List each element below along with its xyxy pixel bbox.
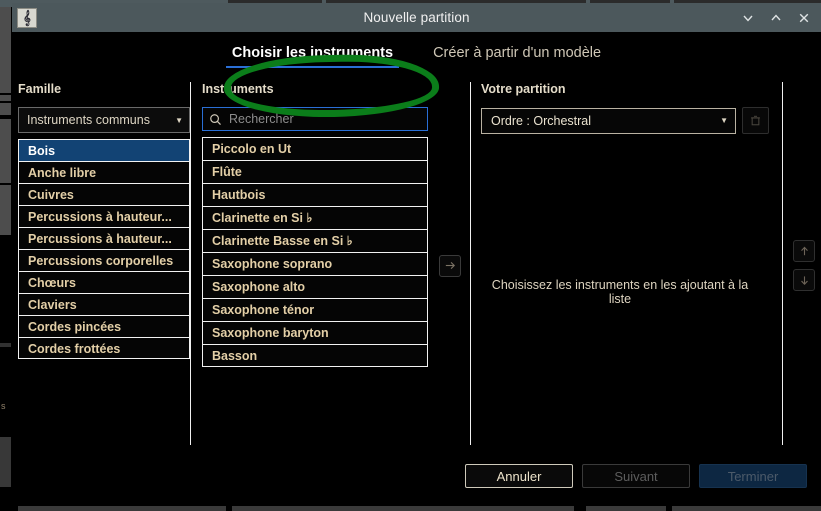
family-item-claviers[interactable]: Claviers (18, 293, 190, 315)
close-button[interactable] (791, 5, 817, 31)
family-item-choeurs[interactable]: Chœurs (18, 271, 190, 293)
instruments-heading: Instruments (202, 82, 274, 96)
panel-divider-2 (470, 82, 471, 445)
score-toolbar: Ordre : Orchestral ▼ (481, 107, 783, 134)
score-panel: Votre partition Ordre : Orchestral ▼ Cho… (481, 78, 783, 453)
order-select[interactable]: Ordre : Orchestral ▼ (481, 107, 736, 134)
search-icon (210, 113, 221, 125)
reorder-panel (787, 78, 821, 453)
instrument-item-clarinette-basse-sib[interactable]: Clarinette Basse en Si ♭ (202, 229, 428, 252)
family-list[interactable]: Bois Anche libre Cuivres Percussions à h… (18, 139, 190, 359)
dialog-footer: Annuler Suivant Terminer (12, 453, 821, 499)
instrument-item-clarinette-sib[interactable]: Clarinette en Si ♭ (202, 206, 428, 229)
musescore-icon: 𝄞 (17, 7, 37, 28)
chevron-down-icon: ▼ (720, 116, 728, 125)
arrow-right-icon (445, 261, 455, 270)
score-heading: Votre partition (481, 82, 566, 96)
arrow-up-icon (800, 246, 808, 255)
maximize-button[interactable] (763, 5, 789, 31)
family-item-anche-libre[interactable]: Anche libre (18, 161, 190, 183)
family-select-value: Instruments communs (27, 113, 150, 127)
instrument-item-hautbois[interactable]: Hautbois (202, 183, 428, 206)
family-item-percussions-hauteur-2[interactable]: Percussions à hauteur... (18, 227, 190, 249)
next-button[interactable]: Suivant (582, 464, 690, 488)
family-item-percussions-corporelles[interactable]: Percussions corporelles (18, 249, 190, 271)
window-controls (735, 5, 817, 31)
cancel-button[interactable]: Annuler (465, 464, 573, 488)
delete-button[interactable] (742, 107, 769, 134)
move-down-button[interactable] (793, 269, 815, 291)
chevron-down-icon: ▼ (175, 115, 183, 125)
add-instrument-button[interactable] (439, 254, 461, 277)
score-empty-message: Choisissez les instruments en les ajouta… (491, 278, 749, 306)
window-title: Nouvelle partition (363, 10, 470, 25)
instrument-list[interactable]: Piccolo en Ut Flûte Hautbois Clarinette … (202, 137, 428, 367)
title-bar: 𝄞 Nouvelle partition (12, 3, 821, 32)
tab-bar: Choisir les instruments Créer à partir d… (12, 32, 821, 120)
family-item-cuivres[interactable]: Cuivres (18, 183, 190, 205)
family-select[interactable]: Instruments communs ▼ (18, 107, 190, 133)
new-score-dialog: 𝄞 Nouvelle partition Choisir les instrum… (12, 3, 821, 499)
family-item-cordes-pincees[interactable]: Cordes pincées (18, 315, 190, 337)
instruments-panel: Instruments Rechercher Piccolo en Ut Flû… (202, 78, 428, 453)
tab-choose-instruments-label: Choisir les instruments (231, 45, 394, 61)
instrument-item-basson[interactable]: Basson (202, 344, 428, 367)
arrow-down-icon (800, 275, 808, 285)
move-up-button[interactable] (793, 240, 815, 262)
transfer-panel (430, 78, 470, 453)
family-heading: Famille (18, 82, 62, 96)
minimize-button[interactable] (735, 5, 761, 31)
tab-create-from-template-label: Créer à partir d'un modèle (433, 45, 602, 61)
instrument-item-piccolo[interactable]: Piccolo en Ut (202, 137, 428, 160)
search-input[interactable]: Rechercher (202, 107, 428, 131)
family-item-cordes-frottees[interactable]: Cordes frottées (18, 337, 190, 359)
desktop-left-strip: s (0, 7, 12, 511)
family-item-percussions-hauteur-1[interactable]: Percussions à hauteur... (18, 205, 190, 227)
dialog-body: Famille Instruments communs ▼ Bois Anche… (12, 78, 821, 453)
desktop-taskbar-sliver (0, 498, 821, 511)
instrument-item-saxophone-tenor[interactable]: Saxophone ténor (202, 298, 428, 321)
family-panel: Famille Instruments communs ▼ Bois Anche… (18, 78, 190, 453)
tab-choose-instruments[interactable]: Choisir les instruments (225, 41, 400, 69)
panel-divider-3 (782, 82, 783, 445)
family-item-bois[interactable]: Bois (18, 139, 190, 161)
trash-icon (751, 115, 760, 126)
tab-active-underline (225, 66, 400, 68)
instrument-item-saxophone-alto[interactable]: Saxophone alto (202, 275, 428, 298)
instrument-item-saxophone-soprano[interactable]: Saxophone soprano (202, 252, 428, 275)
instrument-item-flute[interactable]: Flûte (202, 160, 428, 183)
search-placeholder: Rechercher (229, 112, 294, 126)
instrument-item-saxophone-baryton[interactable]: Saxophone baryton (202, 321, 428, 344)
order-select-value: Ordre : Orchestral (491, 113, 592, 128)
panel-divider-1 (190, 82, 191, 445)
tab-create-from-template[interactable]: Créer à partir d'un modèle (427, 41, 607, 69)
finish-button[interactable]: Terminer (699, 464, 807, 488)
